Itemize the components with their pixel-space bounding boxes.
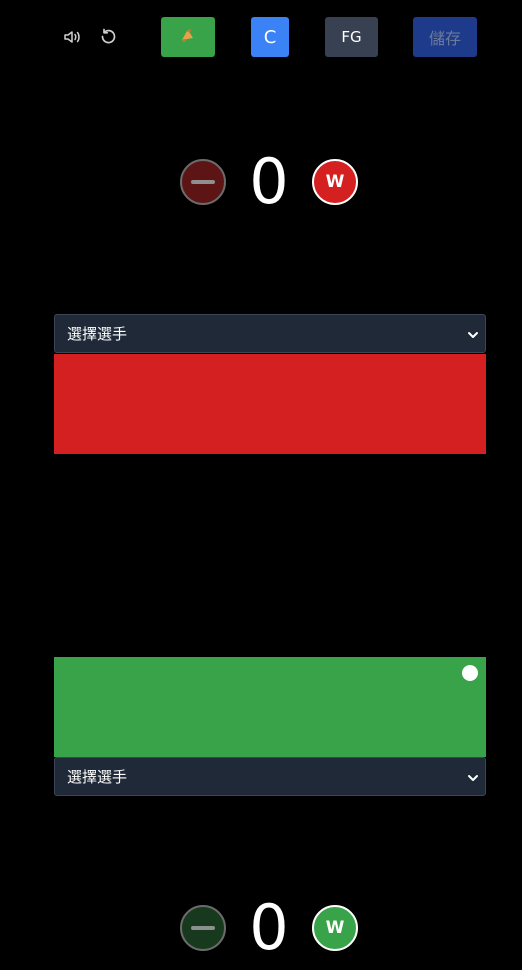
horn-icon: [178, 25, 198, 49]
horn-button[interactable]: [161, 17, 215, 57]
minus-icon: [191, 180, 215, 184]
c-button[interactable]: C: [251, 17, 289, 57]
volume-icon[interactable]: [61, 26, 83, 48]
minus-icon: [191, 926, 215, 930]
top-player-select[interactable]: 選擇選手: [54, 314, 486, 353]
c-button-label: C: [263, 26, 277, 48]
serve-indicator: [462, 665, 478, 681]
bottom-minus-button[interactable]: [180, 905, 226, 951]
reset-icon[interactable]: [97, 26, 119, 48]
bottom-win-label: W: [325, 918, 345, 938]
top-player-select-value: 選擇選手: [67, 325, 128, 343]
bottom-score-row: 0 W: [0, 891, 522, 964]
bottom-player-select-value: 選擇選手: [67, 768, 128, 786]
top-win-label: W: [325, 172, 345, 192]
top-team-panel[interactable]: [54, 354, 486, 454]
bottom-win-button[interactable]: W: [312, 905, 358, 951]
bottom-team-panel[interactable]: [54, 657, 486, 757]
top-score: 0: [249, 145, 289, 218]
save-button[interactable]: 儲存: [413, 17, 477, 57]
chevron-down-icon: [467, 327, 479, 345]
bottom-score: 0: [249, 891, 289, 964]
chevron-down-icon: [467, 770, 479, 788]
fg-button[interactable]: FG: [325, 17, 378, 57]
fg-button-label: FG: [341, 28, 362, 46]
save-button-label: 儲存: [428, 29, 461, 48]
top-score-row: 0 W: [0, 145, 522, 218]
bottom-player-select[interactable]: 選擇選手: [54, 757, 486, 796]
top-win-button[interactable]: W: [312, 159, 358, 205]
top-minus-button[interactable]: [180, 159, 226, 205]
